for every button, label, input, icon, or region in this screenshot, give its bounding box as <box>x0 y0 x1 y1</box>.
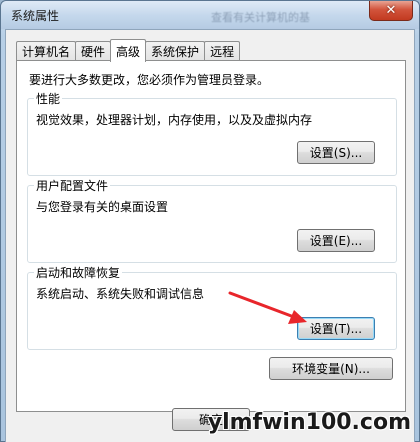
performance-settings-button[interactable]: 设置(S)... <box>297 141 375 164</box>
advanced-tab-page: 要进行大多数更改，您必须作为管理员登录。 性能 视觉效果，处理器计划，内存使用，… <box>16 60 406 412</box>
user-profiles-group: 用户配置文件 与您登录有关的桌面设置 设置(E)... <box>27 177 397 263</box>
window-title: 系统属性 <box>11 9 60 23</box>
user-profiles-label: 用户配置文件 <box>34 177 111 194</box>
startup-recovery-description: 系统启动、系统失败和调试信息 <box>36 287 205 301</box>
admin-notice: 要进行大多数更改，您必须作为管理员登录。 <box>29 73 270 87</box>
performance-group: 性能 视觉效果，处理器计划，内存使用，以及及虚拟内存 设置(S)... <box>27 90 397 176</box>
dialog-client-area: 计算机名 硬件 高级 系统保护 远程 要进行大多数更改，您必须作为管理员登录。 … <box>5 29 415 442</box>
background-window-text: 查看有关计算机的基 <box>211 11 310 24</box>
tab-advanced[interactable]: 高级 <box>110 39 147 62</box>
environment-variables-button[interactable]: 环境变量(N)... <box>269 357 393 380</box>
system-properties-window: 系统属性 查看有关计算机的基 ✕ 计算机名 硬件 高级 系统保护 远程 要进行大… <box>0 0 420 442</box>
startup-recovery-settings-button[interactable]: 设置(T)... <box>297 317 375 340</box>
startup-recovery-group: 启动和故障恢复 系统启动、系统失败和调试信息 设置(T)... <box>27 264 397 350</box>
performance-description: 视觉效果，处理器计划，内存使用，以及及虚拟内存 <box>36 113 313 127</box>
performance-label: 性能 <box>34 90 63 107</box>
user-profiles-description: 与您登录有关的桌面设置 <box>36 200 169 214</box>
tab-hardware[interactable]: 硬件 <box>75 41 112 61</box>
startup-recovery-label: 启动和故障恢复 <box>34 264 123 281</box>
user-profiles-settings-button[interactable]: 设置(E)... <box>297 229 375 252</box>
title-bar[interactable]: 系统属性 查看有关计算机的基 ✕ <box>1 1 419 29</box>
tab-system-protection[interactable]: 系统保护 <box>145 41 206 61</box>
tab-strip: 计算机名 硬件 高级 系统保护 远程 <box>16 39 241 62</box>
tab-computer-name[interactable]: 计算机名 <box>16 41 77 61</box>
site-watermark: ylmfwin100.com <box>207 410 411 435</box>
tab-remote[interactable]: 远程 <box>204 41 241 61</box>
close-button[interactable]: ✕ <box>369 1 413 21</box>
close-icon: ✕ <box>385 3 397 18</box>
